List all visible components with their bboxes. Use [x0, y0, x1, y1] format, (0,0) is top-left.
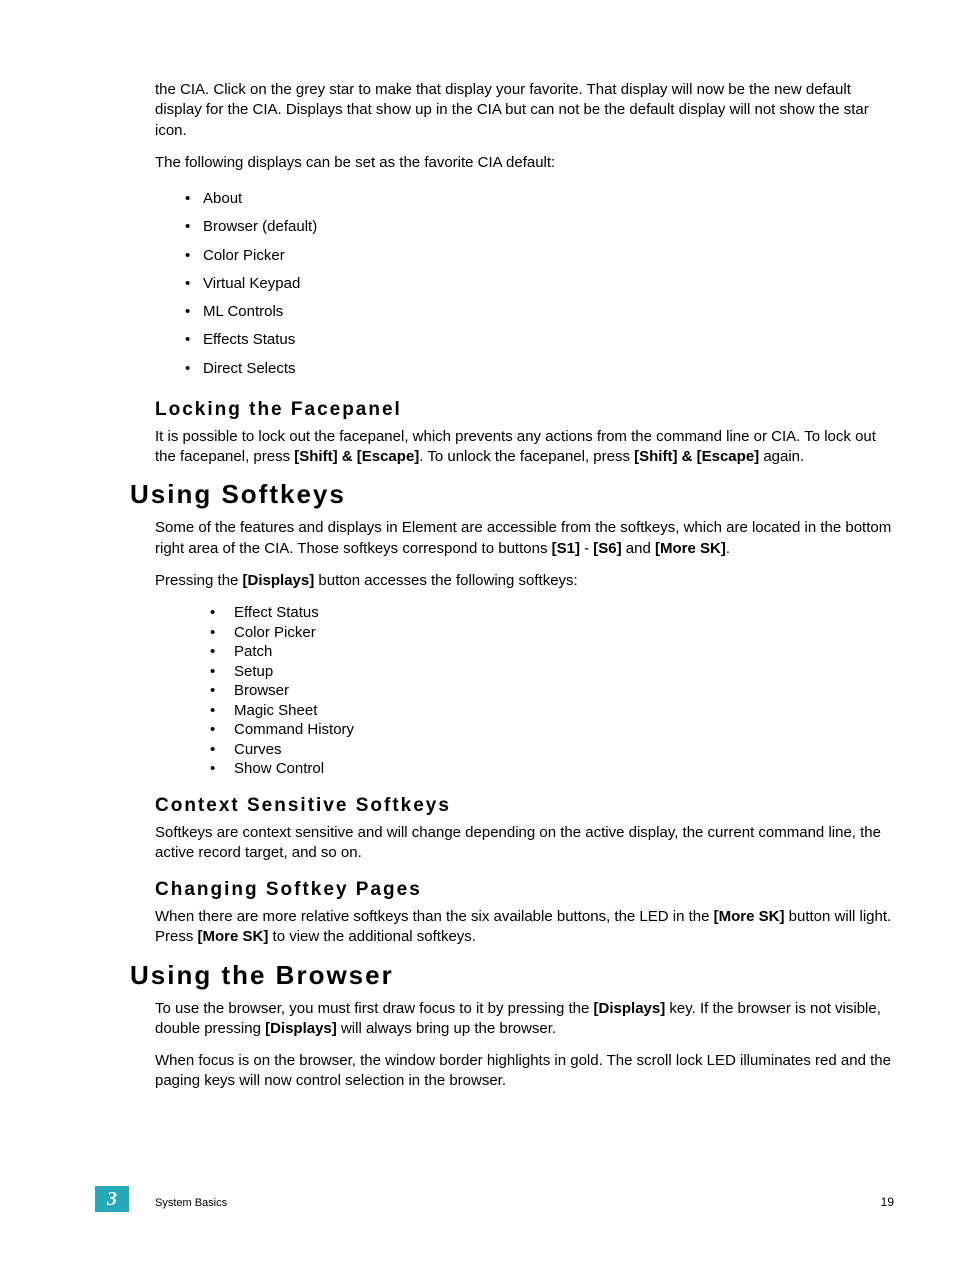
key-label: [More SK]: [198, 928, 269, 945]
text: again.: [759, 448, 804, 465]
text: -: [580, 540, 593, 557]
text: and: [622, 540, 655, 557]
list-item: Direct Selects: [185, 355, 894, 383]
heading-using-browser: Using the Browser: [130, 960, 894, 991]
list-item: Browser (default): [185, 213, 894, 241]
page-content: the CIA. Click on the grey star to make …: [0, 0, 954, 1092]
key-label: [Displays]: [243, 572, 315, 589]
text: To use the browser, you must first draw …: [155, 1000, 594, 1017]
page-footer: 3 System Basics 19: [0, 1186, 954, 1212]
softkeys-paragraph-1: Some of the features and displays in Ele…: [155, 518, 894, 559]
list-item: Browser: [210, 681, 894, 701]
changing-paragraph: When there are more relative softkeys th…: [155, 907, 894, 948]
heading-context-sensitive: Context Sensitive Softkeys: [155, 795, 894, 817]
context-paragraph: Softkeys are context sensitive and will …: [155, 823, 894, 864]
cia-default-list: About Browser (default) Color Picker Vir…: [185, 185, 894, 383]
list-item: Virtual Keypad: [185, 270, 894, 298]
list-item: ML Controls: [185, 298, 894, 326]
text: will always bring up the browser.: [337, 1020, 556, 1037]
list-item: Show Control: [210, 759, 894, 779]
key-combo: [Shift] & [Escape]: [294, 448, 419, 465]
list-item: Setup: [210, 662, 894, 682]
footer-section-label: System Basics: [155, 1197, 227, 1209]
text: to view the additional softkeys.: [268, 928, 476, 945]
locking-paragraph: It is possible to lock out the facepanel…: [155, 427, 894, 468]
list-item: Color Picker: [210, 623, 894, 643]
browser-paragraph-1: To use the browser, you must first draw …: [155, 999, 894, 1040]
text: When there are more relative softkeys th…: [155, 908, 714, 925]
heading-locking-facepanel: Locking the Facepanel: [155, 399, 894, 421]
chapter-number-box: 3: [95, 1186, 129, 1212]
intro-paragraph-1: the CIA. Click on the grey star to make …: [155, 80, 894, 141]
list-item: Magic Sheet: [210, 701, 894, 721]
list-item: Effects Status: [185, 326, 894, 354]
list-item: Command History: [210, 720, 894, 740]
key-label: [Displays]: [594, 1000, 666, 1017]
softkeys-list: Effect Status Color Picker Patch Setup B…: [210, 603, 894, 779]
page-number: 19: [881, 1195, 894, 1209]
text: Pressing the: [155, 572, 243, 589]
softkeys-paragraph-2: Pressing the [Displays] button accesses …: [155, 571, 894, 591]
text: . To unlock the facepanel, press: [419, 448, 634, 465]
browser-paragraph-2: When focus is on the browser, the window…: [155, 1051, 894, 1092]
text: .: [726, 540, 730, 557]
text: Some of the features and displays in Ele…: [155, 519, 891, 556]
key-label: [S6]: [593, 540, 621, 557]
key-combo: [Shift] & [Escape]: [634, 448, 759, 465]
heading-using-softkeys: Using Softkeys: [130, 479, 894, 510]
list-item: Patch: [210, 642, 894, 662]
list-item: Color Picker: [185, 242, 894, 270]
list-item: About: [185, 185, 894, 213]
key-label: [More SK]: [655, 540, 726, 557]
key-label: [Displays]: [265, 1020, 337, 1037]
text: button accesses the following softkeys:: [314, 572, 577, 589]
list-item: Curves: [210, 740, 894, 760]
intro-paragraph-2: The following displays can be set as the…: [155, 153, 894, 173]
key-label: [More SK]: [714, 908, 785, 925]
key-label: [S1]: [552, 540, 580, 557]
list-item: Effect Status: [210, 603, 894, 623]
heading-changing-softkey-pages: Changing Softkey Pages: [155, 879, 894, 901]
